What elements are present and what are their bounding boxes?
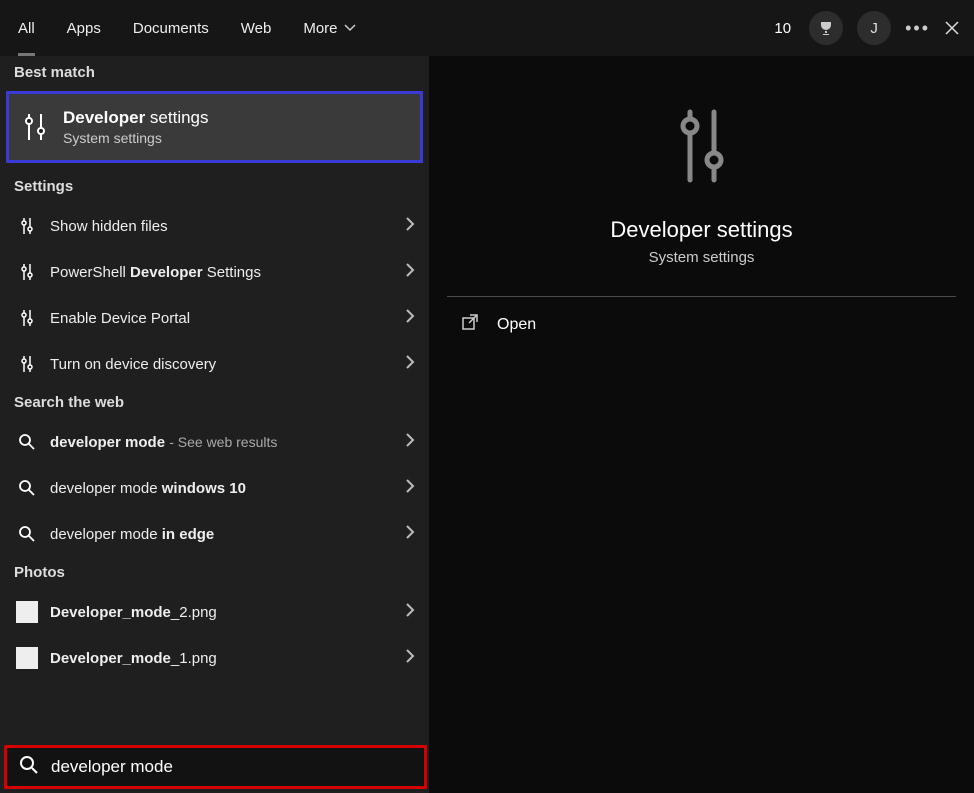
result-label: PowerShell Developer Settings <box>50 264 405 281</box>
chevron-down-icon <box>344 22 356 34</box>
settings-result[interactable]: PowerShell Developer Settings <box>0 249 429 295</box>
tab-web[interactable]: Web <box>241 0 272 56</box>
results-panel: Best match Developer settings System set… <box>0 56 429 793</box>
tab-more-label: More <box>303 20 337 37</box>
search-box[interactable] <box>4 745 427 789</box>
close-button[interactable] <box>944 20 960 36</box>
settings-result[interactable]: Show hidden files <box>0 203 429 249</box>
result-label: developer mode in edge <box>50 526 405 543</box>
tab-documents[interactable]: Documents <box>133 0 209 56</box>
chevron-right-icon <box>405 263 415 282</box>
section-header-photos: Photos <box>0 557 429 589</box>
result-label: Show hidden files <box>50 218 405 235</box>
sliders-icon <box>14 262 40 282</box>
open-label: Open <box>497 316 536 334</box>
account-button[interactable]: J <box>857 11 891 45</box>
search-tabs: All Apps Documents Web More 10 J ••• <box>0 0 974 56</box>
close-icon <box>944 20 960 36</box>
photo-result[interactable]: Developer_mode_2.png <box>0 589 429 635</box>
rewards-points: 10 <box>774 20 791 37</box>
result-label: Enable Device Portal <box>50 310 405 327</box>
trophy-icon <box>818 20 834 36</box>
search-icon <box>14 479 40 497</box>
settings-result[interactable]: Enable Device Portal <box>0 295 429 341</box>
preview-subtitle: System settings <box>447 249 956 266</box>
result-label: Developer_mode_1.png <box>50 650 405 667</box>
chevron-right-icon <box>405 355 415 374</box>
web-result[interactable]: developer mode in edge <box>0 511 429 557</box>
result-label: developer mode - See web results <box>50 434 405 451</box>
chevron-right-icon <box>405 309 415 328</box>
search-icon <box>14 525 40 543</box>
image-thumbnail-icon <box>14 647 40 669</box>
result-label: Turn on device discovery <box>50 356 405 373</box>
avatar-letter: J <box>870 20 878 37</box>
section-header-best-match: Best match <box>0 56 429 89</box>
chevron-right-icon <box>405 525 415 544</box>
result-label: Developer_mode_2.png <box>50 604 405 621</box>
sliders-icon <box>21 110 49 144</box>
chevron-right-icon <box>405 649 415 668</box>
sliders-icon <box>14 216 40 236</box>
open-action[interactable]: Open <box>447 297 956 352</box>
tab-all[interactable]: All <box>18 0 35 56</box>
web-result[interactable]: developer mode - See web results <box>0 419 429 465</box>
image-thumbnail-icon <box>14 601 40 623</box>
search-icon <box>14 433 40 451</box>
section-header-web: Search the web <box>0 387 429 419</box>
sliders-icon <box>14 308 40 328</box>
section-header-settings: Settings <box>0 171 429 203</box>
chevron-right-icon <box>405 433 415 452</box>
chevron-right-icon <box>405 603 415 622</box>
photo-result[interactable]: Developer_mode_1.png <box>0 635 429 681</box>
settings-result[interactable]: Turn on device discovery <box>0 341 429 387</box>
chevron-right-icon <box>405 479 415 498</box>
search-input[interactable] <box>51 757 412 777</box>
result-label: developer mode windows 10 <box>50 480 405 497</box>
preview-panel: Developer settings System settings Open <box>429 56 974 793</box>
tab-more[interactable]: More <box>303 0 355 56</box>
sliders-icon <box>14 354 40 374</box>
preview-title: Developer settings <box>447 217 956 243</box>
more-options-button[interactable]: ••• <box>905 18 930 39</box>
best-match-title: Developer settings <box>63 108 209 128</box>
search-icon <box>19 755 39 780</box>
rewards-button[interactable] <box>809 11 843 45</box>
open-icon <box>461 313 479 336</box>
web-result[interactable]: developer mode windows 10 <box>0 465 429 511</box>
tab-apps[interactable]: Apps <box>67 0 101 56</box>
chevron-right-icon <box>405 217 415 236</box>
best-match-subtitle: System settings <box>63 130 209 146</box>
sliders-icon <box>672 104 732 193</box>
best-match-result[interactable]: Developer settings System settings <box>6 91 423 163</box>
